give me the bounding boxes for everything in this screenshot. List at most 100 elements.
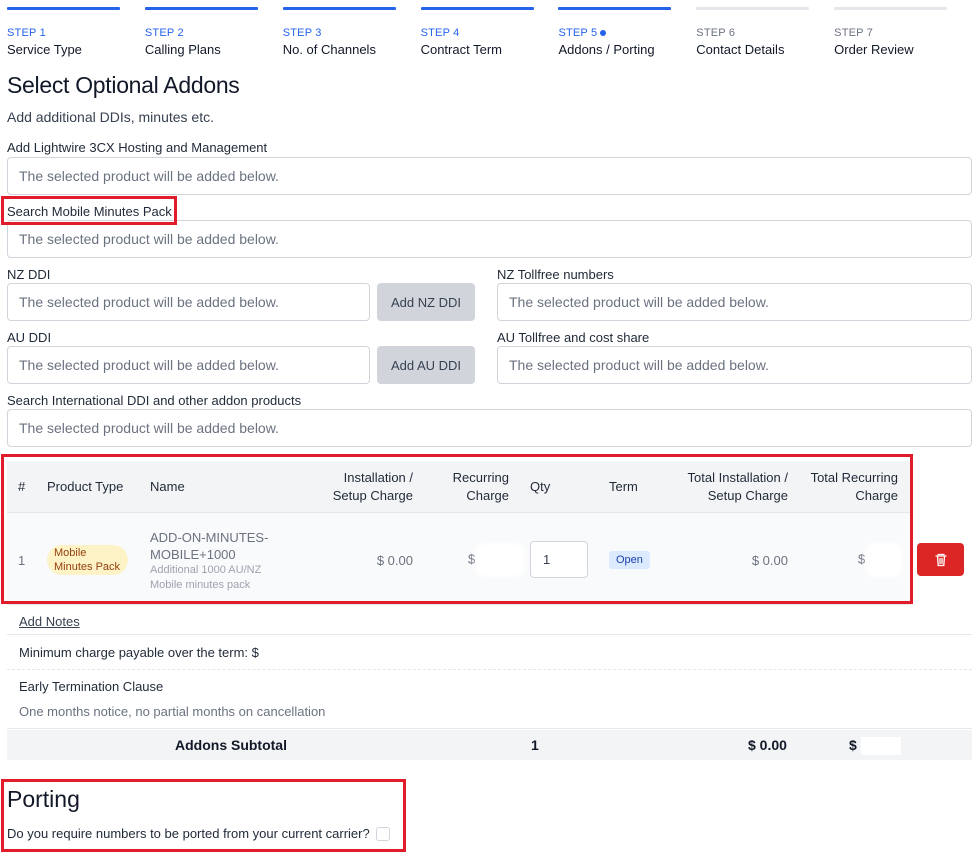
hosting-search-input[interactable]: The selected product will be added below… [7,157,972,195]
step-bar [144,7,258,10]
divider [7,728,972,729]
addons-subtotal-row: Addons Subtotal 1 $ 0.00 $ [7,730,972,760]
add-au-ddi-button[interactable]: Add AU DDI [377,346,475,384]
porting-question-text: Do you require numbers to be ported from… [7,826,370,841]
col-installation-line2: Setup Charge [332,488,413,503]
porting-title: Porting [7,786,80,812]
subtotal-label: Addons Subtotal [175,737,287,753]
subtotal-installation: $ 0.00 [748,737,787,753]
porting-checkbox[interactable] [375,826,390,841]
step-name: Contract Term [420,42,502,57]
col-recurring-line1: Recurring [452,470,509,485]
product-name-line1: ADD-ON-MINUTES- [150,530,269,545]
step-2[interactable]: STEP 2 Calling Plans [144,7,283,57]
divider [7,634,972,635]
porting-question: Do you require numbers to be ported from… [7,826,390,841]
col-total-installation-line1: Total Installation / [687,470,788,485]
etc-text: One months notice, no partial months on … [19,704,326,719]
mobile-minutes-search-input[interactable]: The selected product will be added below… [7,220,972,258]
redacted-value [478,546,521,574]
step-7[interactable]: STEP 7 Order Review [834,7,972,57]
col-name: Name [150,479,185,494]
step-name: Contact Details [696,42,785,57]
au-tollfree-label: AU Tollfree and cost share [497,330,650,345]
divider [7,669,972,670]
step-name: Calling Plans [144,42,221,57]
product-desc-line2: Mobile minutes pack [150,579,251,591]
nz-ddi-input[interactable]: The selected product will be added below… [7,283,370,321]
current-step-dot-icon [600,30,607,36]
product-type-line1: Mobile [54,547,87,559]
product-type-badge: Mobile Minutes Pack [47,545,128,575]
step-3[interactable]: STEP 3 No. of Channels [282,7,421,57]
step-bar [558,7,672,10]
term-badge: Open [609,551,650,569]
product-name: ADD-ON-MINUTES- MOBILE+1000 Additional 1… [150,529,268,593]
subtotal-recurring: $ [849,737,901,756]
col-recurring-line2: Charge [466,488,509,503]
col-qty: Qty [530,479,551,494]
step-number: STEP 6 [696,27,736,39]
step-number: STEP 1 [7,27,46,39]
col-installation: Installation / Setup Charge [333,469,413,505]
step-number: STEP 5 [558,26,696,40]
recurring-charge-currency: $ [468,551,476,567]
redacted-value [868,546,899,574]
step-number-text: STEP 5 [558,27,598,39]
nz-tollfree-label: NZ Tollfree numbers [497,267,614,282]
product-name-line2: MOBILE+1000 [150,547,236,562]
au-tollfree-input[interactable]: The selected product will be added below… [497,346,972,384]
col-num: # [18,479,26,494]
total-recurring-currency: $ [858,551,866,567]
step-bar [7,7,120,10]
mobile-minutes-label: Search Mobile Minutes Pack [7,204,172,219]
page-subtitle: Add additional DDIs, minutes etc. [7,109,214,125]
page-title: Select Optional Addons [7,72,240,98]
step-name: Order Review [834,42,914,57]
step-4[interactable]: STEP 4 Contract Term [420,7,559,57]
step-bar [282,7,396,10]
step-number: STEP 2 [144,27,184,39]
col-term: Term [609,479,638,494]
col-total-recurring-line2: Charge [855,488,898,503]
col-total-installation: Total Installation / Setup Charge [688,469,788,505]
table-header: # Product Type Name Installation / Setup… [7,461,911,513]
total-installation-charge: $ 0.00 [751,553,788,568]
nz-ddi-label: NZ DDI [7,267,51,282]
step-5-current[interactable]: STEP 5 Addons / Porting [558,7,696,57]
subtotal-qty: 1 [531,737,539,753]
installation-charge: $ 0.00 [376,553,413,568]
intl-ddi-search-input[interactable]: The selected product will be added below… [7,409,972,447]
step-name: Service Type [7,42,82,57]
intl-ddi-label: Search International DDI and other addon… [7,393,302,408]
progress-stepper: STEP 1 Service Type STEP 2 Calling Plans… [7,7,972,57]
table-row: 1 Mobile Minutes Pack ADD-ON-MINUTES- MO… [7,513,911,605]
etc-title: Early Termination Clause [19,679,164,694]
step-number: STEP 4 [420,27,460,39]
redacted-value [860,737,901,756]
row-num: 1 [18,553,26,568]
step-bar [696,7,810,10]
step-1[interactable]: STEP 1 Service Type [7,7,145,57]
au-ddi-input[interactable]: The selected product will be added below… [7,346,370,384]
add-nz-ddi-button[interactable]: Add NZ DDI [377,283,475,321]
au-ddi-label: AU DDI [7,330,52,345]
total-recurring-charge: $ [858,546,899,574]
col-installation-line1: Installation / [343,470,413,485]
add-notes-link[interactable]: Add Notes [19,614,80,629]
col-total-recurring-line1: Total Recurring [810,470,898,485]
col-total-recurring: Total Recurring Charge [811,469,898,505]
delete-row-button[interactable] [917,543,964,576]
nz-tollfree-input[interactable]: The selected product will be added below… [497,283,972,321]
step-6[interactable]: STEP 6 Contact Details [696,7,834,57]
product-desc-line1: Additional 1000 AU/NZ [150,564,262,576]
recurring-charge: $ [468,546,521,574]
hosting-label: Add Lightwire 3CX Hosting and Management [7,140,268,155]
subtotal-recurring-currency: $ [849,737,857,753]
step-name: Addons / Porting [558,42,655,57]
quantity-input[interactable]: 1 [530,541,588,578]
col-recurring: Recurring Charge [453,469,509,505]
minimum-charge-text: Minimum charge payable over the term: $ [19,645,259,660]
step-name: No. of Channels [282,42,376,57]
step-bar [420,7,534,10]
